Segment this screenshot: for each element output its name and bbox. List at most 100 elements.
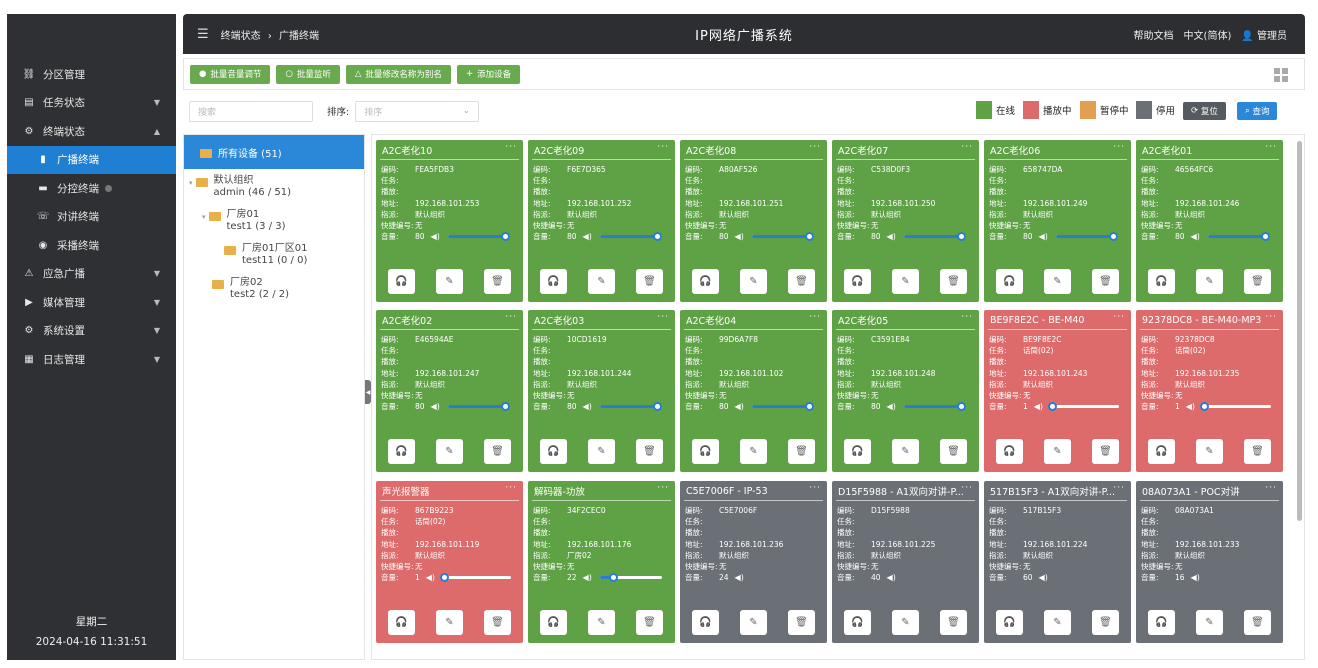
edit-button[interactable]: ✎: [1044, 269, 1071, 294]
delete-button[interactable]: 🗑: [940, 439, 967, 464]
slider-knob[interactable]: [1108, 232, 1118, 242]
more-icon[interactable]: ···: [961, 312, 973, 322]
delete-button[interactable]: 🗑: [940, 610, 967, 635]
device-card[interactable]: 解码器-功放 ··· 编码: 34F2CEC0 任务: 播放: 地址: 192.168.101…: [528, 481, 675, 643]
edit-button[interactable]: ✎: [1044, 610, 1071, 635]
monitor-button[interactable]: 🎧: [540, 439, 567, 464]
device-card[interactable]: A2C老化07 ··· 编码: C538D0F3 任务: 播放: 地址: 192.168.10…: [832, 140, 979, 302]
delete-button[interactable]: 🗑: [636, 439, 663, 464]
edit-button[interactable]: ✎: [1196, 610, 1223, 635]
slider-knob[interactable]: [652, 402, 662, 412]
more-icon[interactable]: ···: [809, 312, 821, 322]
more-icon[interactable]: ···: [1265, 312, 1277, 322]
batch-rename-button[interactable]: △ 批量修改名称为别名: [345, 64, 451, 84]
volume-slider[interactable]: [447, 402, 510, 412]
tree-node[interactable]: ▾ 厂房01 test1 (3 / 3): [202, 209, 286, 233]
volume-slider[interactable]: [1207, 232, 1270, 242]
monitor-button[interactable]: 🎧: [540, 610, 567, 635]
edit-button[interactable]: ✎: [436, 269, 463, 294]
delete-button[interactable]: 🗑: [1244, 610, 1271, 635]
device-card[interactable]: C5E7006F - IP-53 ··· 编码: C5E7006F 任务: 播放: 地址: 1…: [680, 481, 827, 643]
batch-monitor-button[interactable]: ○ 批量监听: [276, 64, 340, 84]
tree-node[interactable]: 厂房02 test2 (2 / 2): [212, 277, 289, 301]
slider-knob[interactable]: [1199, 402, 1209, 412]
device-card[interactable]: A2C老化05 ··· 编码: C3591E84 任务: 播放: 地址: 192.168.10…: [832, 310, 979, 472]
monitor-button[interactable]: 🎧: [996, 439, 1023, 464]
edit-button[interactable]: ✎: [740, 439, 767, 464]
device-card[interactable]: D15F5988 - A1双向对讲-P... ··· 编码: D15F5988 任务: 播…: [832, 481, 979, 643]
breadcrumb-item[interactable]: 终端状态: [221, 31, 261, 42]
device-card[interactable]: 517B15F3 - A1双向对讲-P... ··· 编码: 517B15F3 任务: 播…: [984, 481, 1131, 643]
delete-button[interactable]: 🗑: [484, 439, 511, 464]
more-icon[interactable]: ···: [809, 483, 821, 493]
volume-slider[interactable]: [599, 573, 662, 583]
menu-toggle-icon[interactable]: ☰: [197, 27, 209, 42]
monitor-button[interactable]: 🎧: [1148, 439, 1175, 464]
edit-button[interactable]: ✎: [436, 610, 463, 635]
sidebar-item[interactable]: ⚙ 终端状态 ▲: [7, 117, 176, 146]
more-icon[interactable]: ···: [657, 142, 669, 152]
edit-button[interactable]: ✎: [588, 439, 615, 464]
sidebar-item[interactable]: ⚙ 系统设置 ▼: [7, 317, 176, 346]
edit-button[interactable]: ✎: [892, 610, 919, 635]
add-device-button[interactable]: + 添加设备: [456, 64, 521, 84]
edit-button[interactable]: ✎: [436, 439, 463, 464]
more-icon[interactable]: ···: [1113, 142, 1125, 152]
delete-button[interactable]: 🗑: [1244, 269, 1271, 294]
user-menu[interactable]: 👤 管理员: [1241, 27, 1287, 42]
batch-volume-button[interactable]: ● 批量音量调节: [190, 64, 271, 84]
more-icon[interactable]: ···: [1113, 312, 1125, 322]
slider-knob[interactable]: [439, 573, 449, 583]
slider-knob[interactable]: [956, 232, 966, 242]
sidebar-item[interactable]: ▦ 日志管理 ▼: [7, 345, 176, 374]
edit-button[interactable]: ✎: [1196, 439, 1223, 464]
volume-slider[interactable]: [439, 573, 512, 583]
more-icon[interactable]: ···: [961, 483, 973, 493]
delete-button[interactable]: 🗑: [788, 269, 815, 294]
monitor-button[interactable]: 🎧: [540, 269, 567, 294]
slider-knob[interactable]: [804, 232, 814, 242]
monitor-button[interactable]: 🎧: [692, 439, 719, 464]
sidebar-item[interactable]: ◉ 采播终端: [7, 231, 176, 260]
delete-button[interactable]: 🗑: [1092, 269, 1119, 294]
language-select[interactable]: 中文(简体): [1184, 27, 1232, 42]
query-button[interactable]: ⌕ 查询: [1237, 102, 1278, 120]
delete-button[interactable]: 🗑: [788, 610, 815, 635]
volume-slider[interactable]: [751, 232, 814, 242]
edit-button[interactable]: ✎: [892, 439, 919, 464]
sidebar-item[interactable]: ▬ 分控终端: [7, 174, 176, 203]
delete-button[interactable]: 🗑: [484, 269, 511, 294]
device-card[interactable]: A2C老化06 ··· 编码: 658747DA 任务: 播放: 地址: 192.168.10…: [984, 140, 1131, 302]
more-icon[interactable]: ···: [657, 483, 669, 493]
slider-knob[interactable]: [652, 232, 662, 242]
scrollbar[interactable]: [1297, 141, 1302, 521]
monitor-button[interactable]: 🎧: [692, 610, 719, 635]
volume-slider[interactable]: [1055, 232, 1118, 242]
monitor-button[interactable]: 🎧: [388, 610, 415, 635]
device-card[interactable]: A2C老化08 ··· 编码: A80AF526 任务: 播放: 地址: 192.168.10…: [680, 140, 827, 302]
edit-button[interactable]: ✎: [740, 269, 767, 294]
delete-button[interactable]: 🗑: [636, 269, 663, 294]
device-card[interactable]: A2C老化09 ··· 编码: F6E7D365 任务: 播放: 地址: 192.168.10…: [528, 140, 675, 302]
sidebar-item[interactable]: ⚠ 应急广播 ▼: [7, 260, 176, 289]
more-icon[interactable]: ···: [505, 483, 517, 493]
delete-button[interactable]: 🗑: [1092, 439, 1119, 464]
grid-view-icon[interactable]: [1274, 68, 1288, 82]
slider-knob[interactable]: [1047, 402, 1057, 412]
monitor-button[interactable]: 🎧: [844, 610, 871, 635]
more-icon[interactable]: ···: [961, 142, 973, 152]
monitor-button[interactable]: 🎧: [844, 269, 871, 294]
more-icon[interactable]: ···: [505, 312, 517, 322]
delete-button[interactable]: 🗑: [636, 610, 663, 635]
monitor-button[interactable]: 🎧: [996, 610, 1023, 635]
delete-button[interactable]: 🗑: [1244, 439, 1271, 464]
edit-button[interactable]: ✎: [892, 269, 919, 294]
device-card[interactable]: A2C老化03 ··· 编码: 10CD1619 任务: 播放: 地址: 192.168.10…: [528, 310, 675, 472]
device-card[interactable]: A2C老化02 ··· 编码: E46594AE 任务: 播放: 地址: 192.168.10…: [376, 310, 523, 472]
edit-button[interactable]: ✎: [1196, 269, 1223, 294]
device-card[interactable]: 08A073A1 - POC对讲 ··· 编码: 08A073A1 任务: 播放: 地址: 1…: [1136, 481, 1283, 643]
device-card[interactable]: A2C老化01 ··· 编码: 46564FC6 任务: 播放: 地址: 192.168.10…: [1136, 140, 1283, 302]
more-icon[interactable]: ···: [505, 142, 517, 152]
monitor-button[interactable]: 🎧: [388, 269, 415, 294]
slider-knob[interactable]: [609, 573, 619, 583]
